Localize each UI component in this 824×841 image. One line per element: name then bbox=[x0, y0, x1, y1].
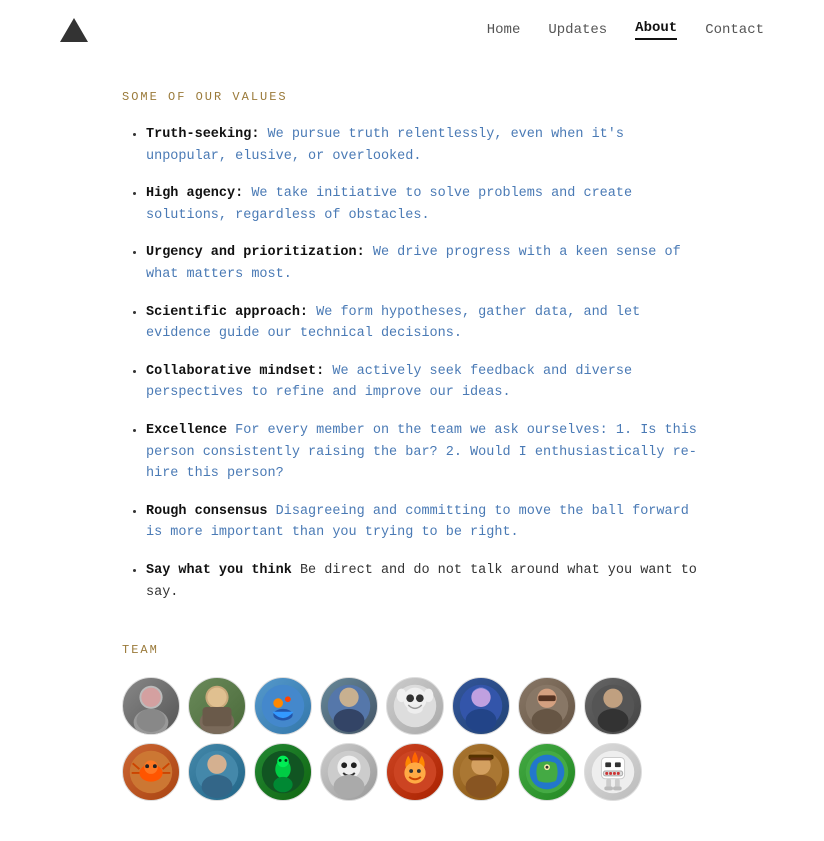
list-item: High agency: We take initiative to solve… bbox=[146, 183, 702, 226]
list-item: Truth-seeking: We pursue truth relentles… bbox=[146, 124, 702, 167]
avatar[interactable] bbox=[584, 743, 642, 801]
list-item: Collaborative mindset: We actively seek … bbox=[146, 361, 702, 404]
list-item: Scientific approach: We form hypotheses,… bbox=[146, 302, 702, 345]
avatar[interactable] bbox=[386, 677, 444, 735]
site-header: Home Updates About Contact bbox=[0, 0, 824, 60]
avatar[interactable] bbox=[254, 743, 312, 801]
avatar[interactable] bbox=[386, 743, 444, 801]
value-label: Scientific approach: bbox=[146, 305, 308, 320]
value-label: Collaborative mindset: bbox=[146, 364, 324, 379]
site-logo[interactable] bbox=[60, 18, 88, 42]
main-content: SOME OF OUR VALUES Truth-seeking: We pur… bbox=[62, 60, 762, 841]
team-section: TEAM bbox=[122, 643, 702, 801]
nav-contact[interactable]: Contact bbox=[705, 22, 764, 38]
avatar[interactable] bbox=[188, 677, 246, 735]
main-nav: Home Updates About Contact bbox=[487, 20, 764, 40]
team-title: TEAM bbox=[122, 643, 702, 657]
team-grid bbox=[122, 677, 702, 801]
value-text: For every member on the team we ask ours… bbox=[146, 423, 697, 481]
value-label: Rough consensus bbox=[146, 504, 268, 519]
avatar[interactable] bbox=[122, 677, 180, 735]
value-label: Urgency and prioritization: bbox=[146, 245, 365, 260]
nav-about[interactable]: About bbox=[635, 20, 677, 40]
avatar[interactable] bbox=[320, 677, 378, 735]
list-item: Rough consensus Disagreeing and committi… bbox=[146, 501, 702, 544]
avatar[interactable] bbox=[320, 743, 378, 801]
value-label: Say what you think bbox=[146, 563, 292, 578]
avatar[interactable] bbox=[452, 677, 510, 735]
list-item: Say what you think Be direct and do not … bbox=[146, 560, 702, 603]
list-item: Urgency and prioritization: We drive pro… bbox=[146, 242, 702, 285]
nav-home[interactable]: Home bbox=[487, 22, 521, 38]
values-section: SOME OF OUR VALUES Truth-seeking: We pur… bbox=[122, 90, 702, 603]
avatar[interactable] bbox=[254, 677, 312, 735]
value-label: Truth-seeking: bbox=[146, 127, 259, 142]
value-label: Excellence bbox=[146, 423, 227, 438]
nav-updates[interactable]: Updates bbox=[548, 22, 607, 38]
list-item: Excellence For every member on the team … bbox=[146, 420, 702, 485]
avatar[interactable] bbox=[584, 677, 642, 735]
avatar[interactable] bbox=[518, 743, 576, 801]
values-title: SOME OF OUR VALUES bbox=[122, 90, 702, 104]
values-list: Truth-seeking: We pursue truth relentles… bbox=[122, 124, 702, 603]
avatar[interactable] bbox=[122, 743, 180, 801]
avatar[interactable] bbox=[452, 743, 510, 801]
avatar[interactable] bbox=[518, 677, 576, 735]
value-label: High agency: bbox=[146, 186, 243, 201]
logo-triangle-icon bbox=[60, 18, 88, 42]
avatar[interactable] bbox=[188, 743, 246, 801]
